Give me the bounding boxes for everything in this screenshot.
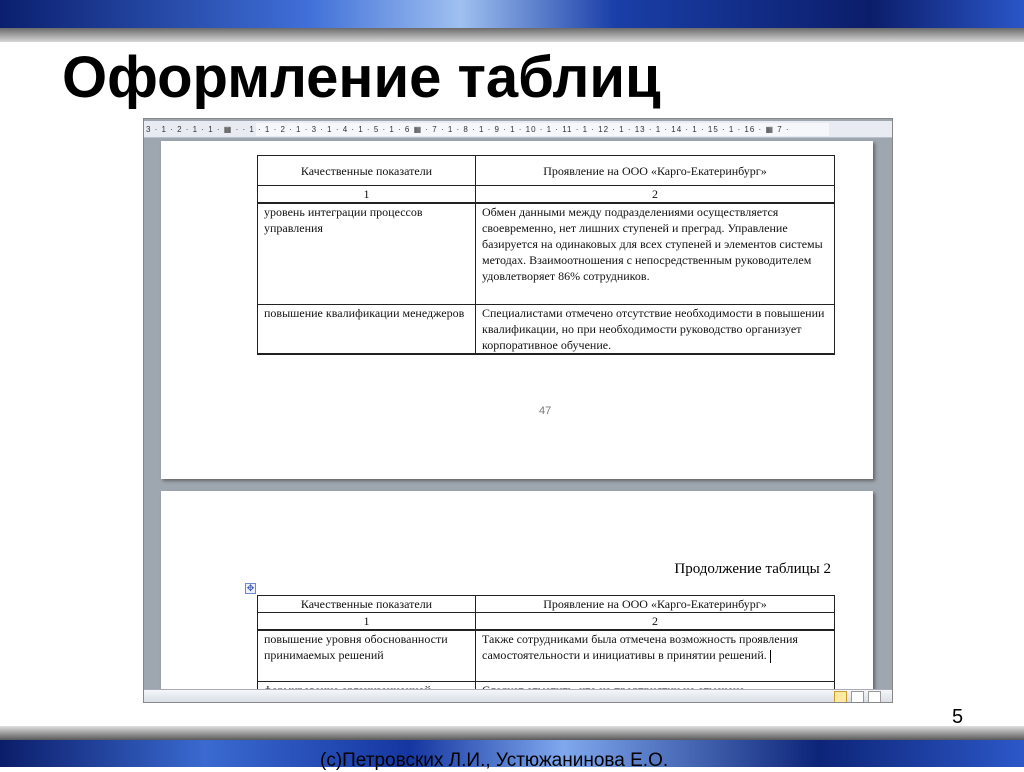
column-header: Проявление на ООО «Карго-Екатеринбург» — [475, 155, 835, 186]
table-cell: повышение квалификации менеджеров — [257, 303, 476, 354]
table-cell-text: Также сотрудниками была отмечена возможн… — [482, 632, 798, 662]
column-number: 2 — [475, 185, 835, 204]
top-decorative-band — [0, 0, 1024, 28]
top-gray-bar — [0, 28, 1024, 42]
full-screen-view-icon[interactable] — [851, 691, 864, 702]
ruler: 3 · 1 · 2 · 1 · 1 · ▦ · · 1 · 1 · 2 · 1 … — [144, 121, 892, 138]
table-cell: повышение уровня обоснованности принимае… — [257, 629, 476, 682]
table-page-1: Качественные показатели Проявление на ООО… — [257, 155, 835, 355]
status-bar — [144, 689, 892, 702]
print-layout-view-icon[interactable] — [834, 691, 847, 702]
table-cell: Специалистами отмечено отсутствие необхо… — [475, 303, 835, 354]
slide-footer: (c)Петровских Л.И., Устюжанинова Е.О. — [320, 750, 669, 771]
column-header: Проявление на ООО «Карго-Екатеринбург» — [475, 595, 835, 613]
ruler-marks: 3 · 1 · 2 · 1 · 1 · ▦ · · 1 · 1 · 2 · 1 … — [146, 125, 790, 134]
table-move-handle-icon[interactable]: ✥ — [245, 583, 256, 594]
page-number: 47 — [539, 405, 552, 417]
column-number: 1 — [257, 185, 476, 204]
column-header: Качественные показатели — [257, 155, 476, 186]
text-cursor — [769, 649, 771, 663]
table-cell: уровень интеграции процессов управления — [257, 202, 476, 305]
web-layout-view-icon[interactable] — [868, 691, 881, 702]
table-page-2: Качественные показатели Проявление на ООО… — [257, 595, 835, 699]
table-caption: Продолжение таблицы 2 — [674, 561, 831, 577]
bottom-gray-bar — [0, 726, 1024, 740]
column-header: Качественные показатели — [257, 595, 476, 613]
slide-title: Оформление таблиц — [62, 45, 661, 110]
document-page-2: Продолжение таблицы 2 ✥ Качественные пок… — [161, 491, 873, 699]
document-page-1: Качественные показатели Проявление на ООО… — [161, 141, 873, 479]
table-cell: Обмен данными между подразделениями осущ… — [475, 202, 835, 305]
document-screenshot: 3 · 1 · 2 · 1 · 1 · ▦ · · 1 · 1 · 2 · 1 … — [143, 118, 893, 703]
table-cell[interactable]: Также сотрудниками была отмечена возможн… — [475, 629, 835, 682]
column-number: 1 — [257, 612, 476, 631]
column-number: 2 — [475, 612, 835, 631]
